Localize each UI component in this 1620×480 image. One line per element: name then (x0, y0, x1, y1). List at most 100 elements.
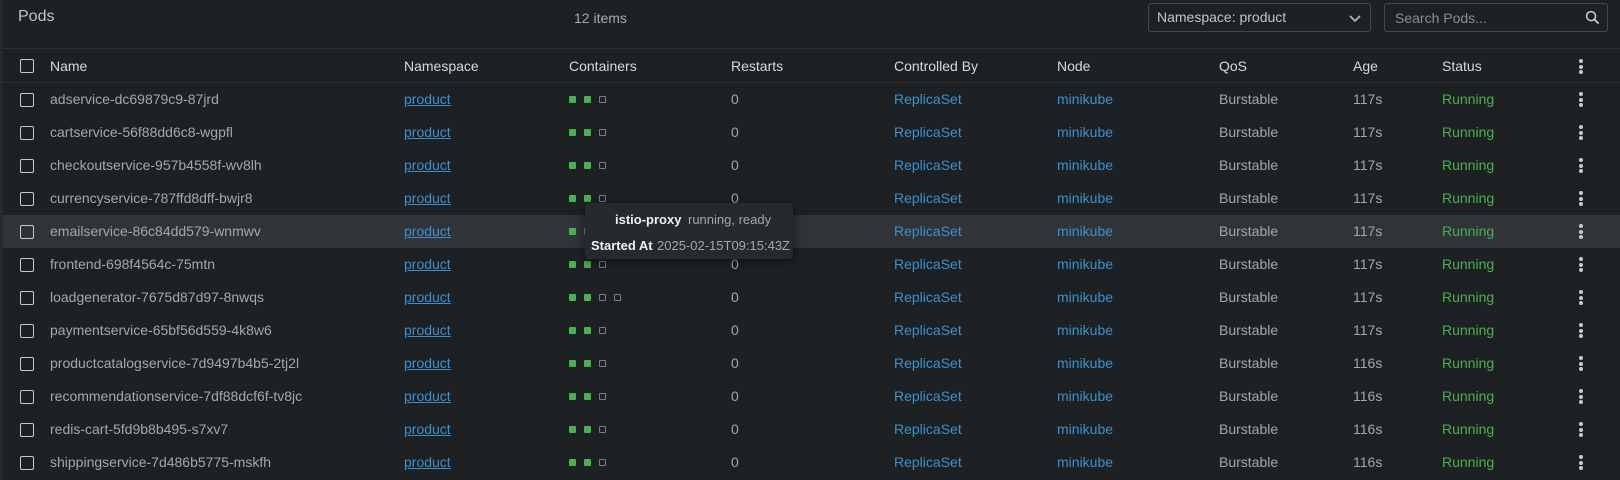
container-status-icon[interactable] (584, 360, 591, 367)
container-status-icon[interactable] (584, 393, 591, 400)
pod-node-link[interactable]: minikube (1057, 124, 1113, 140)
column-header-qos[interactable]: QoS (1219, 58, 1247, 74)
row-checkbox[interactable] (20, 423, 34, 437)
table-row[interactable]: recommendationservice-7df88dcf6f-tv8jc pr… (3, 380, 1620, 413)
row-menu-icon[interactable] (1575, 190, 1587, 206)
pod-node-link[interactable]: minikube (1057, 421, 1113, 437)
row-menu-icon[interactable] (1575, 355, 1587, 371)
column-header-containers[interactable]: Containers (569, 58, 637, 74)
container-status-icon[interactable] (584, 195, 591, 202)
pod-namespace-link[interactable]: product (404, 322, 451, 338)
container-status-icon[interactable] (584, 96, 591, 103)
pod-namespace-link[interactable]: product (404, 190, 451, 206)
row-checkbox[interactable] (20, 324, 34, 338)
search-icon[interactable] (1585, 10, 1600, 25)
pod-namespace-link[interactable]: product (404, 454, 451, 470)
pod-node-link[interactable]: minikube (1057, 454, 1113, 470)
pod-controlled-by-link[interactable]: ReplicaSet (894, 223, 962, 239)
column-header-status[interactable]: Status (1442, 58, 1482, 74)
container-status-icon[interactable] (599, 360, 606, 367)
pod-node-link[interactable]: minikube (1057, 256, 1113, 272)
container-status-icon[interactable] (584, 129, 591, 136)
container-status-icon[interactable] (569, 195, 576, 202)
row-menu-icon[interactable] (1575, 322, 1587, 338)
row-checkbox[interactable] (20, 357, 34, 371)
container-status-icon[interactable] (584, 162, 591, 169)
select-all-checkbox[interactable] (20, 59, 34, 73)
pod-controlled-by-link[interactable]: ReplicaSet (894, 91, 962, 107)
container-status-icon[interactable] (569, 294, 576, 301)
container-status-icon[interactable] (569, 459, 576, 466)
pod-node-link[interactable]: minikube (1057, 91, 1113, 107)
row-menu-icon[interactable] (1575, 91, 1587, 107)
column-header-age[interactable]: Age (1353, 58, 1378, 74)
pod-namespace-link[interactable]: product (404, 421, 451, 437)
row-checkbox[interactable] (20, 456, 34, 470)
container-status-icon[interactable] (599, 426, 606, 433)
row-checkbox[interactable] (20, 126, 34, 140)
container-status-icon[interactable] (569, 261, 576, 268)
column-header-node[interactable]: Node (1057, 58, 1090, 74)
pod-node-link[interactable]: minikube (1057, 388, 1113, 404)
container-status-icon[interactable] (599, 96, 606, 103)
container-status-icon[interactable] (599, 261, 606, 268)
container-status-icon[interactable] (599, 162, 606, 169)
pod-node-link[interactable]: minikube (1057, 223, 1113, 239)
container-status-icon[interactable] (584, 459, 591, 466)
container-status-icon[interactable] (569, 360, 576, 367)
pod-controlled-by-link[interactable]: ReplicaSet (894, 289, 962, 305)
pod-namespace-link[interactable]: product (404, 355, 451, 371)
table-row[interactable]: currencyservice-787ffd8dff-bwjr8 product 0… (3, 182, 1620, 215)
container-status-icon[interactable] (584, 294, 591, 301)
column-header-name[interactable]: Name (50, 58, 87, 74)
pod-controlled-by-link[interactable]: ReplicaSet (894, 190, 962, 206)
column-header-namespace[interactable]: Namespace (404, 58, 479, 74)
pod-controlled-by-link[interactable]: ReplicaSet (894, 157, 962, 173)
container-status-icon[interactable] (569, 162, 576, 169)
table-row[interactable]: emailservice-86c84dd579-wnmwvproduct0Rep… (3, 215, 1620, 248)
column-header-controlled-by[interactable]: Controlled By (894, 58, 978, 74)
row-menu-icon[interactable] (1575, 421, 1587, 437)
pod-node-link[interactable]: minikube (1057, 322, 1113, 338)
pod-namespace-link[interactable]: product (404, 124, 451, 140)
table-row[interactable]: loadgenerator-7675d87d97-8nwqs product 0 Re… (3, 281, 1620, 314)
container-status-icon[interactable] (599, 459, 606, 466)
pod-controlled-by-link[interactable]: ReplicaSet (894, 421, 962, 437)
container-status-icon[interactable] (569, 228, 576, 235)
row-menu-icon[interactable] (1575, 223, 1587, 239)
pod-node-link[interactable]: minikube (1057, 190, 1113, 206)
pod-namespace-link[interactable]: product (404, 289, 451, 305)
row-menu-icon[interactable] (1575, 289, 1587, 305)
container-status-icon[interactable] (569, 393, 576, 400)
pod-namespace-link[interactable]: product (404, 256, 451, 272)
table-row[interactable]: cartservice-56f88dd6c8-wgpfl product 0 Repl… (3, 116, 1620, 149)
container-status-icon[interactable] (599, 294, 606, 301)
pod-namespace-link[interactable]: product (404, 388, 451, 404)
pod-node-link[interactable]: minikube (1057, 289, 1113, 305)
row-menu-icon[interactable] (1575, 256, 1587, 272)
container-status-icon[interactable] (569, 129, 576, 136)
row-checkbox[interactable] (20, 390, 34, 404)
container-status-icon[interactable] (599, 195, 606, 202)
pod-node-link[interactable]: minikube (1057, 157, 1113, 173)
namespace-select[interactable]: Namespace: product (1148, 3, 1371, 32)
table-row[interactable]: checkoutservice-957b4558f-wv8lh product 0 R… (3, 149, 1620, 182)
table-row[interactable]: paymentservice-65bf56d559-4k8w6 product 0 R… (3, 314, 1620, 347)
container-status-icon[interactable] (569, 96, 576, 103)
search-input[interactable] (1385, 4, 1575, 31)
row-checkbox[interactable] (20, 258, 34, 272)
pod-controlled-by-link[interactable]: ReplicaSet (894, 388, 962, 404)
column-options-menu-icon[interactable] (1575, 58, 1587, 74)
container-status-icon[interactable] (599, 129, 606, 136)
column-header-restarts[interactable]: Restarts (731, 58, 783, 74)
table-row[interactable]: productcatalogservice-7d9497b4b5-2tj2l pr… (3, 347, 1620, 380)
container-status-icon[interactable] (569, 426, 576, 433)
pod-namespace-link[interactable]: product (404, 91, 451, 107)
pod-controlled-by-link[interactable]: ReplicaSet (894, 355, 962, 371)
row-menu-icon[interactable] (1575, 157, 1587, 173)
row-menu-icon[interactable] (1575, 124, 1587, 140)
pod-controlled-by-link[interactable]: ReplicaSet (894, 256, 962, 272)
row-menu-icon[interactable] (1575, 388, 1587, 404)
row-menu-icon[interactable] (1575, 454, 1587, 470)
pod-namespace-link[interactable]: product (404, 223, 451, 239)
